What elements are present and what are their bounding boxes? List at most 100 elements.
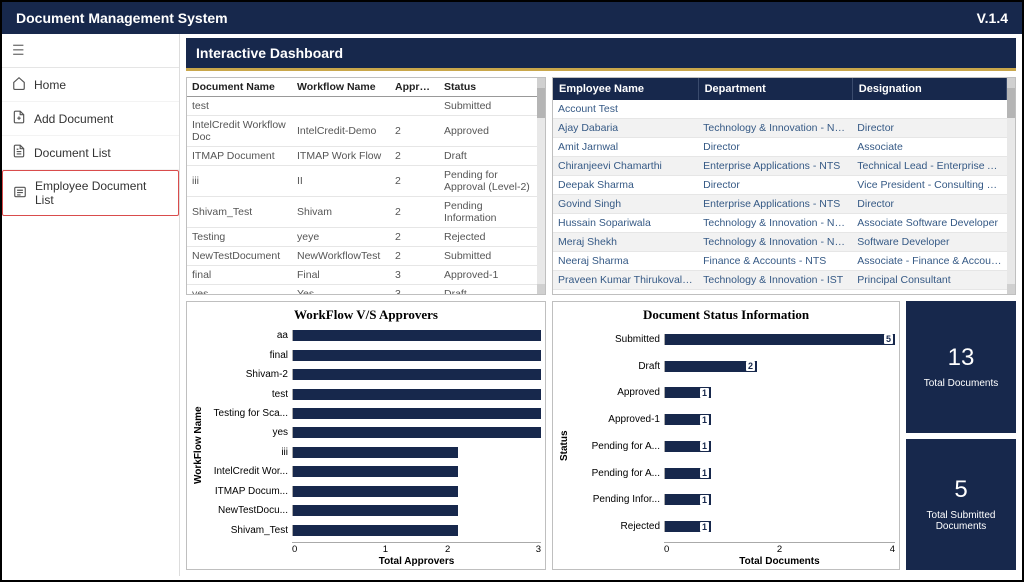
emp-table-scrollbar[interactable] bbox=[1007, 78, 1015, 294]
bar-fill bbox=[293, 408, 541, 419]
table-row[interactable]: Meraj ShekhTechnology & Innovation - NTS… bbox=[553, 233, 1007, 252]
table-row[interactable]: Testingyeye2Rejected bbox=[187, 228, 537, 247]
scroll-thumb[interactable] bbox=[537, 88, 545, 118]
table-row[interactable]: Neeraj SharmaFinance & Accounts - NTSAss… bbox=[553, 252, 1007, 271]
bar-fill: 1 bbox=[665, 521, 711, 532]
table-cell: Hussain Sopariwala bbox=[553, 214, 698, 233]
table-row[interactable]: Account Test bbox=[553, 100, 1007, 119]
table-cell: Praveen Kumar Thirukovalluru bbox=[553, 271, 698, 290]
table-row[interactable]: ITMAP DocumentITMAP Work Flow2Draft bbox=[187, 147, 537, 166]
emp-doc-icon bbox=[13, 185, 27, 202]
table-row[interactable]: Deepak SharmaDirectorVice President - Co… bbox=[553, 176, 1007, 195]
table-cell bbox=[852, 100, 1006, 119]
bar-fill: 1 bbox=[665, 468, 711, 479]
column-header[interactable]: Employee Name bbox=[553, 78, 698, 100]
chart-bar: ITMAP Docum... bbox=[206, 484, 541, 499]
chart-bar: Approved1 bbox=[572, 385, 895, 400]
table-row[interactable]: finalFinal3Approved-1 bbox=[187, 266, 537, 285]
table-cell: Director bbox=[698, 176, 852, 195]
app-header: Document Management System V.1.4 bbox=[2, 2, 1022, 34]
bar-fill: 5 bbox=[665, 334, 895, 345]
bar-label: Approved-1 bbox=[572, 414, 664, 425]
scroll-down-icon[interactable] bbox=[537, 284, 545, 294]
doc-table-scrollbar[interactable] bbox=[537, 78, 545, 294]
scroll-thumb[interactable] bbox=[1007, 88, 1015, 118]
column-header[interactable]: Approvers bbox=[390, 78, 439, 97]
nav-item-employee-document-list[interactable]: Employee Document List bbox=[2, 170, 179, 216]
table-row[interactable]: Hussain SopariwalaTechnology & Innovatio… bbox=[553, 214, 1007, 233]
hamburger-icon[interactable]: ☰ bbox=[2, 34, 179, 68]
table-row[interactable]: IntelCredit Workflow DocIntelCredit-Demo… bbox=[187, 116, 537, 147]
bar-label: ITMAP Docum... bbox=[206, 486, 292, 497]
scroll-up-icon[interactable] bbox=[537, 78, 545, 88]
chart-bar: aa bbox=[206, 328, 541, 343]
table-cell: Technology & Innovation - NTS bbox=[698, 214, 852, 233]
table-cell: ITMAP Work Flow bbox=[292, 147, 390, 166]
bar-fill bbox=[293, 486, 458, 497]
bar-label: Approved bbox=[572, 387, 664, 398]
table-cell: Associate Software Developer bbox=[852, 214, 1006, 233]
sidebar: ☰ Home Add Document Document List Employee … bbox=[2, 34, 180, 576]
axis-tick: 2 bbox=[741, 543, 818, 555]
column-header[interactable]: Department bbox=[698, 78, 852, 100]
table-cell: Account Test bbox=[553, 100, 698, 119]
table-row[interactable]: iiiII2Pending for Approval (Level-2) bbox=[187, 166, 537, 197]
bar-label: Submitted bbox=[572, 334, 664, 345]
table-cell: 2 bbox=[390, 166, 439, 197]
column-header[interactable]: Designation bbox=[852, 78, 1006, 100]
table-row[interactable]: Praveen Kumar ThirukovalluruTechnology &… bbox=[553, 271, 1007, 290]
chart-ylabel: Status bbox=[557, 324, 572, 567]
table-row[interactable]: Govind SinghEnterprise Applications - NT… bbox=[553, 195, 1007, 214]
bar-label: test bbox=[206, 389, 292, 400]
table-row[interactable]: Chiranjeevi ChamarthiEnterprise Applicat… bbox=[553, 157, 1007, 176]
scroll-up-icon[interactable] bbox=[1007, 78, 1015, 88]
table-cell: 3 bbox=[390, 285, 439, 295]
table-cell: Submitted bbox=[439, 97, 537, 116]
bar-value-badge: 2 bbox=[746, 361, 755, 371]
table-row[interactable]: Prival Raj Valsaraj VVSales - ISTManager… bbox=[553, 290, 1007, 295]
table-cell: II bbox=[292, 166, 390, 197]
bar-label: Pending for A... bbox=[572, 441, 664, 452]
bar-value-badge: 1 bbox=[700, 468, 709, 478]
table-row[interactable]: Shivam_TestShivam2Pending Information bbox=[187, 197, 537, 228]
nav-item-home[interactable]: Home bbox=[2, 68, 179, 102]
bar-fill bbox=[293, 369, 541, 380]
table-cell: NewTestDocument bbox=[187, 247, 292, 266]
table-cell: Submitted bbox=[439, 247, 537, 266]
bar-fill bbox=[293, 447, 458, 458]
column-header[interactable]: Status bbox=[439, 78, 537, 97]
bar-label: final bbox=[206, 350, 292, 361]
column-header[interactable]: Workflow Name bbox=[292, 78, 390, 97]
table-cell: Chiranjeevi Chamarthi bbox=[553, 157, 698, 176]
scroll-down-icon[interactable] bbox=[1007, 284, 1015, 294]
table-row[interactable]: Amit JarnwalDirectorAssociate bbox=[553, 138, 1007, 157]
table-cell: Draft bbox=[439, 147, 537, 166]
table-row[interactable]: NewTestDocumentNewWorkflowTest2Submitted bbox=[187, 247, 537, 266]
nav-label: Add Document bbox=[34, 112, 113, 126]
bar-label: NewTestDocu... bbox=[206, 505, 292, 516]
bar-fill bbox=[293, 505, 458, 516]
nav-item-document-list[interactable]: Document List bbox=[2, 136, 179, 170]
nav-item-add-document[interactable]: Add Document bbox=[2, 102, 179, 136]
chart-title: Document Status Information bbox=[557, 304, 895, 324]
table-cell: Amit Jarnwal bbox=[553, 138, 698, 157]
table-cell: 2 bbox=[390, 147, 439, 166]
table-cell: yeye bbox=[292, 228, 390, 247]
bar-value-badge: 1 bbox=[700, 495, 709, 505]
chart-bar: Approved-1 1 bbox=[572, 412, 895, 427]
table-row[interactable]: testSubmitted bbox=[187, 97, 537, 116]
table-cell: Approved-1 bbox=[439, 266, 537, 285]
table-cell: Sales - IST bbox=[698, 290, 852, 295]
chart-bar: Pending Infor...1 bbox=[572, 492, 895, 507]
bar-fill: 1 bbox=[665, 414, 711, 425]
bar-value-badge: 1 bbox=[700, 415, 709, 425]
column-header[interactable]: Document Name bbox=[187, 78, 292, 97]
table-cell: yes bbox=[187, 285, 292, 295]
table-row[interactable]: yesYes3Draft bbox=[187, 285, 537, 295]
bar-fill bbox=[293, 427, 541, 438]
table-row[interactable]: Ajay DabariaTechnology & Innovation - NT… bbox=[553, 119, 1007, 138]
nav-label: Employee Document List bbox=[35, 179, 168, 207]
chart-bar: IntelCredit Wor... bbox=[206, 464, 541, 479]
bar-fill: 1 bbox=[665, 441, 711, 452]
document-table-panel: Document NameWorkflow NameApproversStatu… bbox=[186, 77, 546, 295]
